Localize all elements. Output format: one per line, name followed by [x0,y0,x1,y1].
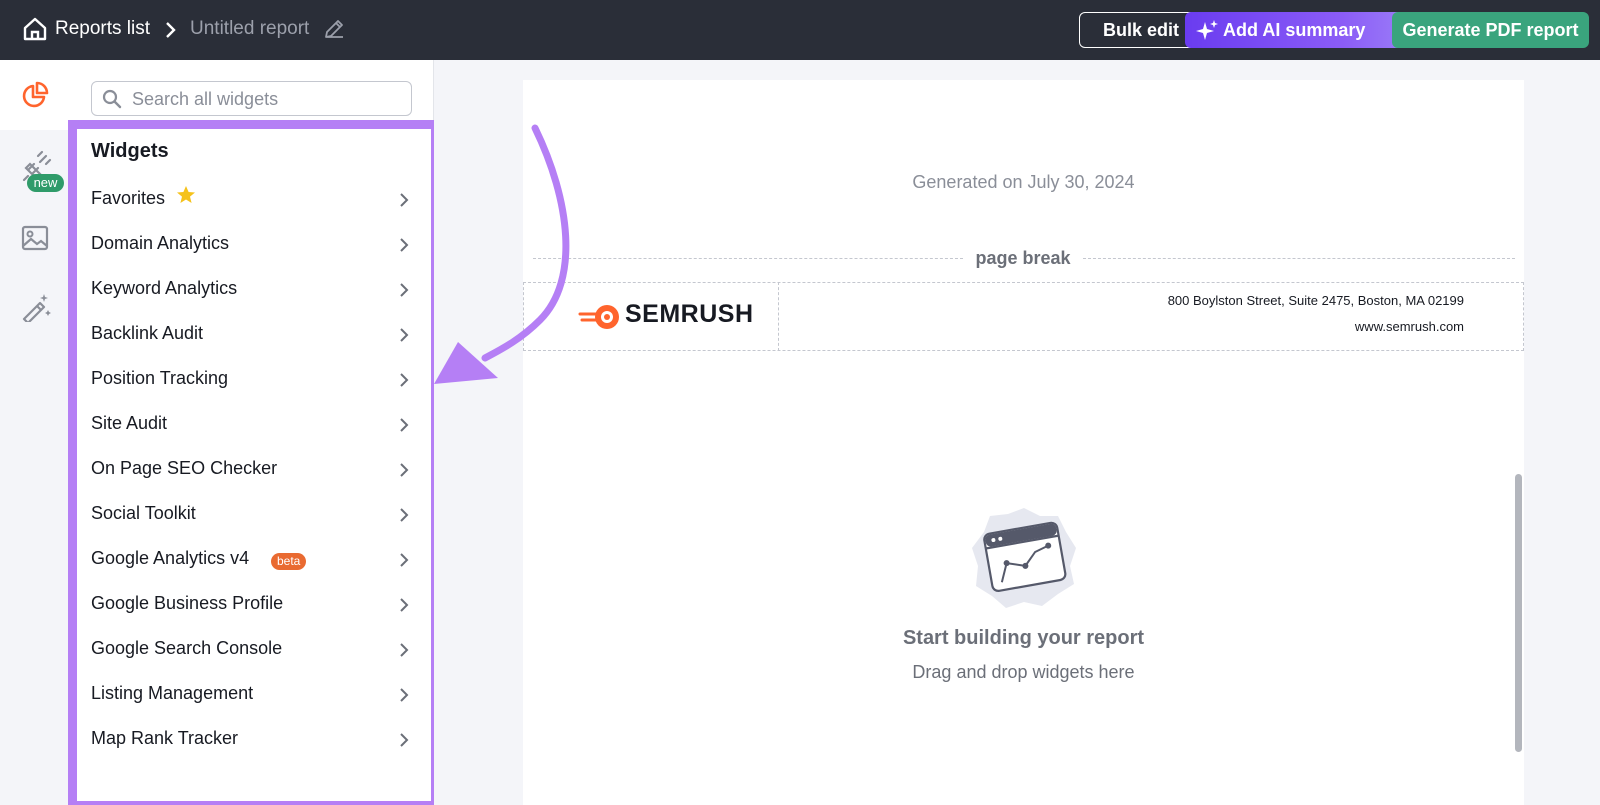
chevron-right-icon [166,22,176,38]
highlight-annotation [68,120,440,805]
home-icon[interactable] [22,16,48,42]
company-website: www.semrush.com [1354,319,1464,334]
canvas-scrollbar[interactable] [1515,474,1522,752]
add-ai-summary-button[interactable]: Add AI summary [1185,12,1410,48]
empty-report-illustration-icon [972,508,1076,608]
add-ai-summary-label: Add AI summary [1223,19,1366,40]
generated-date: Generated on July 30, 2024 [912,172,1135,192]
generate-pdf-button[interactable]: Generate PDF report [1392,12,1589,48]
search-input[interactable] [132,86,402,112]
widget-search [91,81,412,116]
sparkle-icon [1196,20,1218,40]
top-bar: Reports list Untitled report Bulk edit A… [0,0,1600,60]
breadcrumb-reports-list[interactable]: Reports list [55,18,150,40]
semrush-logo-text: SEMRUSH [625,300,754,328]
page-break-line [1083,258,1515,259]
new-badge: new [27,174,64,192]
image-icon[interactable] [21,225,49,251]
pie-chart-icon[interactable] [20,80,50,110]
magic-wand-icon[interactable] [21,292,51,322]
header-divider [778,282,779,351]
report-title[interactable]: Untitled report [190,18,309,40]
search-icon [102,89,122,109]
page-break-label[interactable]: page break [963,248,1083,269]
annotation-arrow-icon [434,124,570,384]
pencil-icon[interactable] [323,18,345,40]
empty-state-subtitle: Drag and drop widgets here [912,662,1135,682]
empty-state-title: Start building your report [902,627,1145,649]
company-address: 800 Boylston Street, Suite 2475, Boston,… [1167,293,1464,308]
